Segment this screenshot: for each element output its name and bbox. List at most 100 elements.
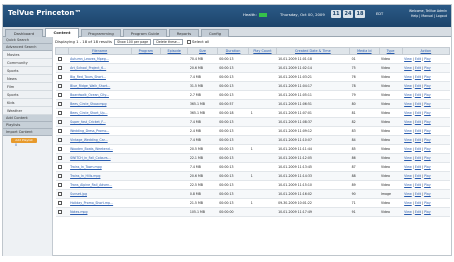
- action-view-link[interactable]: View: [404, 138, 412, 142]
- action-view-link[interactable]: View: [404, 192, 412, 196]
- sidebar-item-weather[interactable]: Weather: [3, 107, 52, 115]
- action-edit-link[interactable]: Edit: [415, 120, 421, 124]
- action-play-link[interactable]: Play: [424, 165, 431, 169]
- per-page-select[interactable]: Show 100 per page: [114, 39, 152, 45]
- column-header[interactable]: Filename: [67, 47, 132, 55]
- sidebar-item-community[interactable]: Community: [3, 59, 52, 67]
- filename-link[interactable]: Wooden_Boats_Weekend...: [68, 144, 132, 154]
- filename-link[interactable]: Sunset.jpg: [68, 189, 132, 199]
- filename-link[interactable]: Trains_In_Town.mpg: [68, 162, 132, 172]
- sidebar-item-movies[interactable]: Movies: [3, 51, 52, 59]
- action-view-link[interactable]: View: [404, 57, 412, 61]
- row-checkbox[interactable]: [57, 56, 62, 61]
- row-checkbox[interactable]: [57, 137, 62, 142]
- filename-link[interactable]: Wedding_Dress_Promo...: [68, 126, 132, 136]
- tab-reports[interactable]: Reports: [169, 29, 199, 37]
- row-checkbox[interactable]: [57, 191, 62, 196]
- column-header[interactable]: Episode: [160, 47, 189, 55]
- action-edit-link[interactable]: Edit: [415, 93, 421, 97]
- row-checkbox[interactable]: [57, 101, 62, 106]
- column-header[interactable]: Created Date & Time: [275, 47, 351, 55]
- action-play-link[interactable]: Play: [424, 192, 431, 196]
- sidebar-item-film[interactable]: Film: [3, 83, 52, 91]
- action-play-link[interactable]: Play: [424, 93, 431, 97]
- tab-config[interactable]: Config: [201, 29, 229, 37]
- action-edit-link[interactable]: Edit: [415, 192, 421, 196]
- sidebar-quick-search[interactable]: Quick Search: [3, 37, 52, 44]
- action-play-link[interactable]: Play: [424, 210, 431, 214]
- action-play-link[interactable]: Play: [424, 57, 431, 61]
- action-view-link[interactable]: View: [404, 120, 412, 124]
- sidebar-add-content[interactable]: Add Content: [3, 115, 52, 122]
- row-checkbox[interactable]: [57, 173, 62, 178]
- sidebar-advanced-search[interactable]: Advanced Search: [3, 44, 52, 51]
- action-edit-link[interactable]: Edit: [415, 174, 421, 178]
- filename-link[interactable]: Bees_Circle_Short_Up...: [68, 108, 132, 118]
- help-links[interactable]: Help | Manual | Logout: [409, 14, 447, 19]
- row-checkbox[interactable]: [57, 110, 62, 115]
- filename-link[interactable]: Blue_Ridge_Walk_Short...: [68, 81, 132, 91]
- action-edit-link[interactable]: Edit: [415, 165, 421, 169]
- action-play-link[interactable]: Play: [424, 84, 431, 88]
- sidebar-playlists[interactable]: Playlists: [3, 122, 52, 129]
- column-header[interactable]: Size: [187, 47, 218, 55]
- action-play-link[interactable]: Play: [424, 66, 431, 70]
- filename-link[interactable]: Big_Red_Tours_Short...: [68, 72, 132, 82]
- sidebar-import-content[interactable]: Import Content: [3, 129, 52, 136]
- column-header[interactable]: Action: [401, 47, 451, 55]
- column-header[interactable]: Media Id: [349, 47, 380, 55]
- filename-link[interactable]: Autumn_Leaves_Mpeg...: [68, 54, 132, 64]
- tab-program-guide[interactable]: Program Guide: [123, 29, 167, 37]
- action-view-link[interactable]: View: [404, 201, 412, 205]
- row-checkbox[interactable]: [57, 74, 62, 79]
- action-play-link[interactable]: Play: [424, 138, 431, 142]
- action-play-link[interactable]: Play: [424, 147, 431, 151]
- action-view-link[interactable]: View: [404, 66, 412, 70]
- action-view-link[interactable]: View: [404, 174, 412, 178]
- column-header[interactable]: Type: [378, 47, 403, 55]
- action-view-link[interactable]: View: [404, 183, 412, 187]
- action-view-link[interactable]: View: [404, 210, 412, 214]
- filename-link[interactable]: Bees_Circle_Show.mpg: [68, 99, 132, 109]
- filename-link[interactable]: Notes.mpg: [68, 207, 132, 217]
- tab-dashboard[interactable]: Dashboard: [5, 29, 43, 37]
- row-checkbox[interactable]: [57, 182, 62, 187]
- filename-link[interactable]: Art_School_Project_6...: [68, 63, 132, 73]
- action-edit-link[interactable]: Edit: [415, 102, 421, 106]
- row-checkbox[interactable]: [57, 209, 62, 214]
- action-view-link[interactable]: View: [404, 75, 412, 79]
- row-checkbox[interactable]: [57, 164, 62, 169]
- action-edit-link[interactable]: Edit: [415, 210, 421, 214]
- action-edit-link[interactable]: Edit: [415, 138, 421, 142]
- action-edit-link[interactable]: Edit: [415, 201, 421, 205]
- action-edit-link[interactable]: Edit: [415, 84, 421, 88]
- column-header[interactable]: Play Count: [248, 47, 277, 55]
- action-edit-link[interactable]: Edit: [415, 156, 421, 160]
- action-view-link[interactable]: View: [404, 102, 412, 106]
- filename-link[interactable]: Vintage_Wedding_Car...: [68, 135, 132, 145]
- row-checkbox[interactable]: [57, 200, 62, 205]
- select-all-checkbox[interactable]: [186, 40, 191, 44]
- action-play-link[interactable]: Play: [424, 183, 431, 187]
- action-play-link[interactable]: Play: [424, 75, 431, 79]
- action-edit-link[interactable]: Edit: [415, 183, 421, 187]
- row-checkbox[interactable]: [57, 92, 62, 97]
- action-view-link[interactable]: View: [404, 165, 412, 169]
- filename-link[interactable]: Trans_Alpine_Rail_Adven...: [68, 180, 132, 190]
- action-play-link[interactable]: Play: [424, 174, 431, 178]
- action-view-link[interactable]: View: [404, 84, 412, 88]
- filename-link[interactable]: Holiday_Promo_Short.mp...: [68, 198, 132, 208]
- action-edit-link[interactable]: Edit: [415, 75, 421, 79]
- sidebar-item-sports-2[interactable]: Sports: [3, 91, 52, 99]
- action-play-link[interactable]: Play: [424, 111, 431, 115]
- sidebar-item-sports[interactable]: Sports: [3, 67, 52, 75]
- action-view-link[interactable]: View: [404, 147, 412, 151]
- filename-link[interactable]: Boardwalk_Ocean_City...: [68, 90, 132, 100]
- row-checkbox[interactable]: [57, 119, 62, 124]
- row-checkbox[interactable]: [57, 83, 62, 88]
- filename-link[interactable]: SWITCH_in_Fall_Colours...: [68, 153, 132, 163]
- action-play-link[interactable]: Play: [424, 102, 431, 106]
- row-checkbox[interactable]: [57, 65, 62, 70]
- action-play-link[interactable]: Play: [424, 129, 431, 133]
- action-view-link[interactable]: View: [404, 93, 412, 97]
